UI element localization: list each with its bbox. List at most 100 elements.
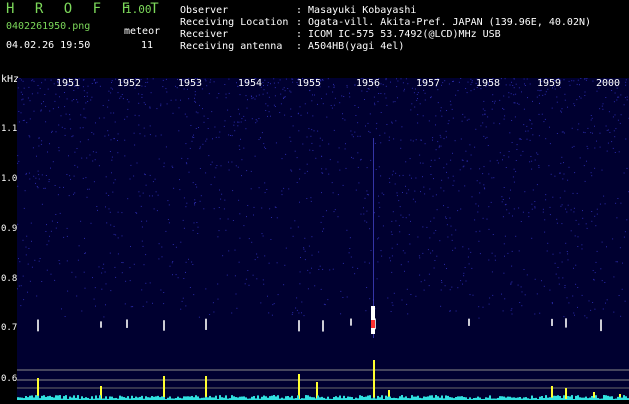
noise-speck xyxy=(60,213,61,214)
noise-speck xyxy=(455,248,456,249)
noise-speck xyxy=(44,94,45,95)
noise-speck xyxy=(569,167,570,168)
noise-speck xyxy=(488,145,489,146)
noise-speck xyxy=(468,82,469,83)
noise-speck xyxy=(444,80,445,81)
noise-speck xyxy=(185,114,186,115)
noise-speck xyxy=(38,187,39,188)
noise-speck xyxy=(565,285,566,286)
noise-speck xyxy=(418,92,419,93)
noise-speck xyxy=(572,147,573,148)
baseline-noise xyxy=(585,397,587,400)
noise-speck xyxy=(224,200,225,201)
noise-speck xyxy=(389,178,390,179)
noise-speck xyxy=(123,262,124,263)
noise-speck xyxy=(534,201,535,202)
noise-speck xyxy=(434,160,435,161)
noise-speck xyxy=(62,127,63,128)
noise-speck xyxy=(577,193,578,194)
noise-speck xyxy=(505,236,506,237)
noise-speck xyxy=(417,237,418,238)
noise-speck xyxy=(366,211,367,212)
noise-speck xyxy=(211,111,212,112)
noise-speck xyxy=(619,295,620,296)
noise-speck xyxy=(541,280,542,281)
noise-speck xyxy=(193,294,194,295)
baseline-noise xyxy=(127,396,129,400)
noise-speck xyxy=(368,131,369,132)
noise-speck xyxy=(186,203,187,204)
noise-speck xyxy=(67,98,68,99)
noise-speck xyxy=(41,110,42,111)
noise-speck xyxy=(285,96,286,97)
noise-speck xyxy=(378,101,379,102)
noise-speck xyxy=(292,314,293,315)
x-tick-label: 1959 xyxy=(537,78,561,89)
noise-speck xyxy=(171,100,172,101)
noise-speck xyxy=(181,158,182,159)
noise-speck xyxy=(256,278,257,279)
noise-speck xyxy=(369,298,370,299)
noise-speck xyxy=(74,152,75,153)
noise-speck xyxy=(28,248,29,249)
noise-speck xyxy=(508,157,509,158)
noise-speck xyxy=(620,94,621,95)
noise-speck xyxy=(413,141,414,142)
noise-speck xyxy=(246,95,247,96)
noise-speck xyxy=(238,167,239,168)
noise-speck xyxy=(91,132,92,133)
baseline-noise xyxy=(609,396,611,400)
noise-speck xyxy=(286,248,287,249)
noise-speck xyxy=(114,234,115,235)
noise-speck xyxy=(448,123,449,124)
noise-speck xyxy=(483,184,484,185)
noise-speck xyxy=(487,219,488,220)
noise-speck xyxy=(414,92,415,93)
noise-speck xyxy=(456,311,457,312)
noise-speck xyxy=(472,196,473,197)
noise-speck xyxy=(45,231,46,232)
noise-speck xyxy=(291,79,292,80)
noise-speck xyxy=(531,238,532,239)
noise-speck xyxy=(591,120,592,121)
noise-speck xyxy=(524,83,525,84)
baseline-noise xyxy=(361,396,363,400)
noise-speck xyxy=(184,197,185,198)
noise-speck xyxy=(58,194,59,195)
noise-speck xyxy=(108,91,109,92)
noise-speck xyxy=(99,165,100,166)
baseline-noise xyxy=(111,397,113,400)
noise-speck xyxy=(26,247,27,248)
noise-speck xyxy=(406,193,407,194)
baseline-noise xyxy=(435,395,437,400)
noise-speck xyxy=(582,295,583,296)
noise-speck xyxy=(417,114,418,115)
noise-speck xyxy=(532,209,533,210)
noise-speck xyxy=(381,83,382,84)
meteor-count: 11 xyxy=(141,40,153,51)
noise-speck xyxy=(557,223,558,224)
noise-speck xyxy=(511,93,512,94)
noise-speck xyxy=(92,161,93,162)
baseline-noise xyxy=(187,396,189,400)
noise-speck xyxy=(332,92,333,93)
noise-speck xyxy=(300,106,301,107)
noise-speck xyxy=(143,193,144,194)
noise-speck xyxy=(364,99,365,100)
noise-speck xyxy=(624,173,625,174)
noise-speck xyxy=(49,111,50,112)
noise-speck xyxy=(21,92,22,93)
noise-speck xyxy=(561,157,562,158)
noise-speck xyxy=(576,99,577,100)
baseline-noise xyxy=(43,395,45,400)
noise-speck xyxy=(586,223,587,224)
noise-speck xyxy=(609,132,610,133)
noise-speck xyxy=(267,105,268,106)
noise-speck xyxy=(543,121,544,122)
noise-speck xyxy=(355,115,356,116)
noise-speck xyxy=(586,78,587,79)
noise-speck xyxy=(237,122,238,123)
noise-speck xyxy=(23,104,24,105)
noise-speck xyxy=(602,242,603,243)
noise-speck xyxy=(31,223,32,224)
